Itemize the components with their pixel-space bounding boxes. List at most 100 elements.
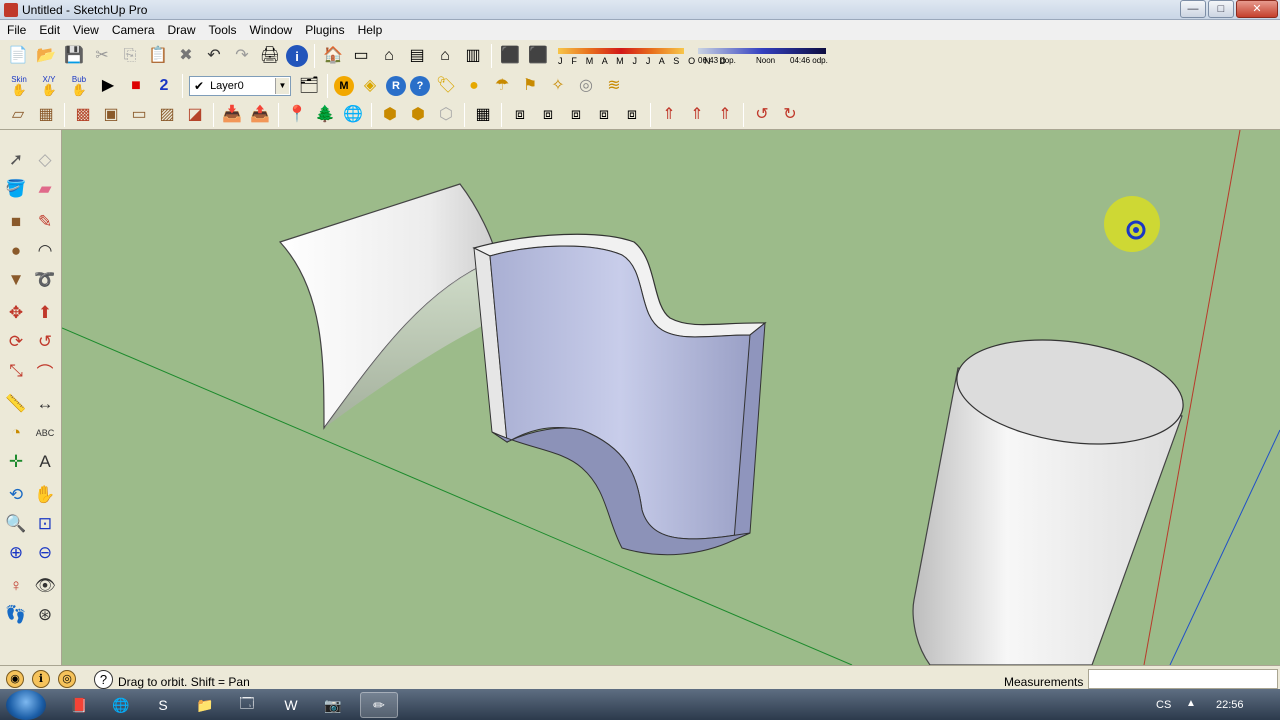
- layer-manager-icon[interactable]: 🗂: [297, 74, 321, 98]
- dimension-icon[interactable]: ↔: [33, 392, 57, 416]
- style-back-edges-icon[interactable]: ⧈: [536, 103, 560, 127]
- terrain-icon[interactable]: 🌲: [313, 103, 337, 127]
- sandbox-from-scratch-icon[interactable]: ▦: [34, 103, 58, 127]
- select-arrow-icon[interactable]: ➚: [4, 148, 28, 172]
- layer-dropdown[interactable]: ✔ Layer0 ▼: [189, 76, 291, 96]
- follow-me-icon[interactable]: ↺: [33, 330, 57, 354]
- smoove-icon[interactable]: ▩: [71, 103, 95, 127]
- previous-view-icon[interactable]: ⊖: [33, 541, 57, 565]
- taskbar-window-icon[interactable]: 🗔: [228, 692, 266, 718]
- menu-plugins[interactable]: Plugins: [298, 20, 350, 37]
- arrow-rotate-left-icon[interactable]: ↺: [750, 103, 774, 127]
- plugin-flag-icon[interactable]: ⚑: [518, 74, 542, 98]
- erase-icon[interactable]: ✖: [174, 44, 198, 68]
- tray-expand-icon[interactable]: ▲: [1186, 698, 1196, 709]
- taskbar-clock[interactable]: 22:56: [1216, 699, 1244, 711]
- view-left-icon[interactable]: ▥: [461, 44, 485, 68]
- menu-file[interactable]: File: [0, 20, 32, 37]
- style-xray-icon[interactable]: ⧈: [508, 103, 532, 127]
- play-icon[interactable]: ▶: [96, 74, 120, 98]
- s-shaped-wall-shape[interactable]: [472, 233, 767, 556]
- freehand-icon[interactable]: ➰: [33, 268, 57, 292]
- text-tool-icon[interactable]: ABC: [33, 421, 57, 445]
- sketchup-taskbar-icon[interactable]: ✏: [360, 692, 398, 718]
- view-right-icon[interactable]: ▤: [405, 44, 429, 68]
- open-file-icon[interactable]: 📂: [34, 44, 58, 68]
- plugin-omni-icon[interactable]: ◎: [574, 74, 598, 98]
- undo-icon[interactable]: ↶: [202, 44, 226, 68]
- chrome-icon[interactable]: 🌐: [102, 692, 140, 718]
- taskbar-app-1-icon[interactable]: 📕: [60, 692, 98, 718]
- menu-help[interactable]: Help: [351, 20, 389, 37]
- measurements-input[interactable]: [1088, 669, 1278, 689]
- close-button[interactable]: ✕: [1236, 0, 1278, 18]
- protractor-icon[interactable]: ◔: [4, 421, 28, 445]
- zoom-extents-icon[interactable]: ⊕: [4, 541, 28, 565]
- menu-window[interactable]: Window: [243, 20, 299, 37]
- line-pencil-icon[interactable]: ✎: [33, 210, 57, 234]
- maximize-button[interactable]: □: [1208, 0, 1234, 18]
- scale-icon[interactable]: ⤡: [4, 359, 28, 383]
- orient-j-icon[interactable]: ⇑: [657, 103, 681, 127]
- menu-view[interactable]: View: [66, 20, 105, 37]
- rotate-icon[interactable]: ⟳: [4, 330, 28, 354]
- menu-camera[interactable]: Camera: [105, 20, 161, 37]
- fog-toggle-icon[interactable]: ⬛: [526, 44, 550, 68]
- style-shaded-icon[interactable]: ⧈: [620, 103, 644, 127]
- rectangle-icon[interactable]: ■: [4, 210, 28, 234]
- menu-edit[interactable]: Edit: [32, 20, 66, 37]
- earth-icon[interactable]: 🌐: [341, 103, 365, 127]
- stamp-icon[interactable]: ▣: [99, 103, 123, 127]
- shadow-settings-panel[interactable]: J F M A M J J A S O N D 06:43 dop. Noon …: [558, 42, 840, 70]
- start-button[interactable]: [6, 690, 46, 720]
- save-icon[interactable]: 💾: [62, 44, 86, 68]
- view-back-icon[interactable]: ⌂: [433, 44, 457, 68]
- drawing-viewport[interactable]: [62, 130, 1280, 665]
- time-slider[interactable]: [698, 48, 826, 54]
- push-pull-icon[interactable]: ⬆: [33, 301, 57, 325]
- make-component-icon[interactable]: ◇: [33, 148, 57, 172]
- move-icon[interactable]: ✥: [4, 301, 28, 325]
- plugin-lamp-icon[interactable]: ☂: [490, 74, 514, 98]
- arc-icon[interactable]: ◠: [33, 239, 57, 263]
- circle-icon[interactable]: ●: [4, 239, 28, 263]
- view-front-icon[interactable]: ⌂: [377, 44, 401, 68]
- drape-icon[interactable]: ▭: [127, 103, 151, 127]
- copy-icon[interactable]: ⎘: [118, 44, 142, 68]
- menu-draw[interactable]: Draw: [161, 20, 202, 37]
- skype-icon[interactable]: S: [144, 692, 182, 718]
- zoom-window-icon[interactable]: ⊡: [33, 512, 57, 536]
- 3d-text-icon[interactable]: A: [33, 450, 57, 474]
- plugin-sphere-icon[interactable]: ●: [462, 74, 486, 98]
- orient-v-icon[interactable]: ⇑: [685, 103, 709, 127]
- paint-bucket-icon[interactable]: 🪣: [4, 177, 28, 201]
- plugin-bub-button[interactable]: Bub ✋: [66, 74, 92, 98]
- tape-measure-icon[interactable]: 📏: [4, 392, 28, 416]
- style-wireframe-icon[interactable]: ⧈: [564, 103, 588, 127]
- sandbox-from-contours-icon[interactable]: ▱: [6, 103, 30, 127]
- plugin-r-icon[interactable]: R: [386, 76, 406, 96]
- view-top-icon[interactable]: ▭: [349, 44, 373, 68]
- flip-edge-icon[interactable]: ◪: [183, 103, 207, 127]
- plugin-m-icon[interactable]: M: [334, 76, 354, 96]
- credits-icon[interactable]: ℹ: [32, 670, 50, 688]
- section-plane-icon[interactable]: ⊛: [33, 603, 57, 627]
- offset-icon[interactable]: ⌒: [33, 359, 57, 383]
- eraser-icon[interactable]: ▰: [33, 177, 57, 201]
- orbit-icon[interactable]: ⟲: [4, 483, 28, 507]
- curved-sheet-shape[interactable]: [278, 183, 495, 430]
- pan-hand-icon[interactable]: ✋: [33, 483, 57, 507]
- add-detail-icon[interactable]: ▨: [155, 103, 179, 127]
- zoom-icon[interactable]: 🔍: [4, 512, 28, 536]
- help-icon[interactable]: ?: [94, 670, 113, 689]
- paste-icon[interactable]: 📋: [146, 44, 170, 68]
- plugin-label-icon[interactable]: 🏷: [434, 74, 458, 98]
- word-icon[interactable]: W: [272, 692, 310, 718]
- walk-footprints-icon[interactable]: 👣: [4, 603, 28, 627]
- orient-n-icon[interactable]: ⇑: [713, 103, 737, 127]
- plugin-help-icon[interactable]: ?: [410, 76, 430, 96]
- language-indicator[interactable]: CS: [1156, 699, 1171, 711]
- export-icon[interactable]: 📤: [248, 103, 272, 127]
- plugin-mesh-icon[interactable]: ≋: [602, 74, 626, 98]
- redo-icon[interactable]: ↷: [230, 44, 254, 68]
